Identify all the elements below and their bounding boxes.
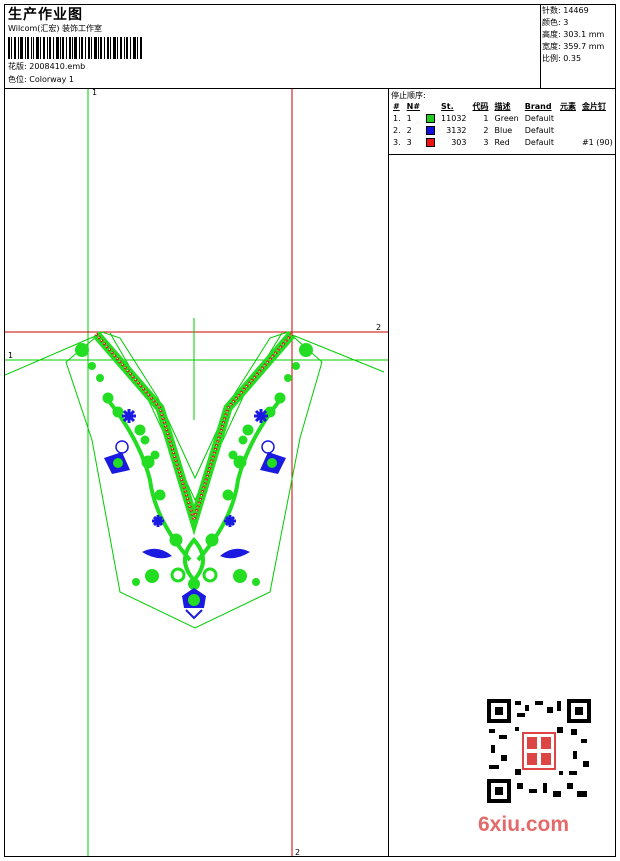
color-swatch — [426, 137, 436, 147]
stat-row: 宽度: 359.7 mm — [542, 42, 605, 51]
colorway-value: Colorway 1 — [29, 75, 74, 84]
paisley-left — [132, 548, 172, 586]
colorway-label: 色位: — [8, 75, 27, 84]
grid-label-v1: 1 — [92, 88, 98, 97]
table-row: 1. 1 11032 1 Green Default — [393, 113, 554, 123]
stop-sequence-title: 停止顺序: — [391, 91, 426, 100]
company-name: Wilcom(汇宏) 装饰工作室 — [8, 24, 103, 33]
table-row: 3. 3 303 3 Red Default #1 (90) — [393, 137, 613, 147]
page-title: 生产作业图 — [8, 7, 83, 23]
shoulder-motif-right — [284, 343, 313, 382]
stop-sequence-table: # N# St. 代码 描述 Brand 元素 金片钉 1. 1 11032 1… — [390, 101, 616, 148]
table-divider — [388, 154, 616, 155]
bottom-tulip-motif — [182, 588, 206, 620]
design-file-line: 花版: 2008410.emb — [8, 62, 85, 72]
shoulder-motif-left — [75, 343, 104, 382]
grid-label-v2: 2 — [295, 848, 301, 857]
table-header: # N# St. 代码 描述 Brand 元素 金片钉 — [393, 102, 606, 111]
stat-row: 颜色: 3 — [542, 18, 569, 27]
table-row: 2. 2 3132 2 Blue Default — [393, 125, 554, 135]
tulip-motif-right — [260, 440, 286, 474]
stat-row: 针数: 14469 — [542, 6, 589, 15]
design-file-label: 花版: — [8, 62, 27, 71]
design-file-value: 2008410.emb — [29, 62, 86, 71]
grid-label-h1: 1 — [8, 351, 14, 360]
paisley-right — [220, 548, 260, 586]
stats-divider — [540, 4, 541, 88]
stats-panel: 针数: 14469 颜色: 3 高度: 303.1 mm 宽度: 359.7 m… — [542, 5, 604, 65]
panel-divider — [388, 88, 389, 857]
watermark: 6xiu.com — [478, 813, 570, 836]
color-swatch — [426, 125, 436, 135]
qr-code — [487, 699, 591, 803]
stat-row: 高度: 303.1 mm — [542, 30, 605, 39]
grid-label-h2: 2 — [376, 323, 382, 332]
stat-row: 比例: 0.35 — [542, 54, 582, 63]
embroidery-design-canvas — [5, 89, 388, 856]
color-swatch — [426, 113, 436, 123]
tulip-motif-left — [104, 440, 130, 474]
colorway-line: 色位: Colorway 1 — [8, 75, 74, 85]
barcode — [8, 37, 142, 59]
